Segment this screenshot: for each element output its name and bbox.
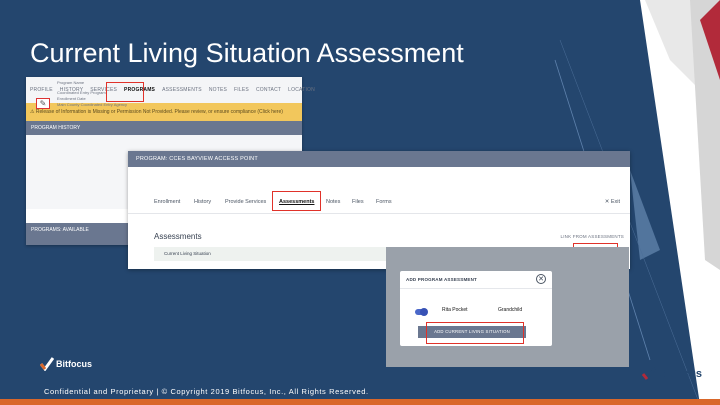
nav-files[interactable]: FILES [234,87,249,93]
tab-files[interactable]: Files [352,199,364,205]
nav-assessments[interactable]: ASSESSMENTS [162,87,202,93]
logo-text: Bitfocus [658,368,702,380]
copyright-footer: Confidential and Proprietary | © Copyrig… [44,387,369,396]
warning-text: Release of Information is Missing or Per… [35,109,283,115]
logo-text: Bitfocus [56,359,92,369]
assessments-title: Assessments [154,232,202,241]
program-org: Main County Coordinated Entry Agency [57,102,128,107]
edit-program-icon[interactable]: ✎ [36,98,50,109]
checkmark-logo-icon [39,357,55,372]
highlight-programs-tab [106,82,144,102]
program-tabs: Enrollment History Provide Services Asse… [128,191,630,214]
bitfocus-logo-corner: Bitfocus [641,367,702,382]
exit-button[interactable]: ✕ Exit [605,199,620,205]
close-icon[interactable]: ✕ [536,274,546,284]
modal-title: ADD PROGRAM ASSESSMENT [400,271,552,289]
nav-contact[interactable]: CONTACT [256,87,281,93]
client-toggle[interactable] [415,308,428,316]
link-from-assessments[interactable]: LINK FROM ASSESSMENTS [561,234,624,239]
tab-enrollment[interactable]: Enrollment [154,199,180,205]
program-header: PROGRAM: CCES BAYVIEW ACCESS POINT [128,151,630,167]
nav-profile[interactable]: PROFILE [30,87,53,93]
nav-location[interactable]: LOCATION [288,87,315,93]
bitfocus-logo-white: Bitfocus [39,357,92,372]
client-name: Rita Pocket [442,307,468,313]
slide-title: Current Living Situation Assessment [30,38,464,68]
tab-forms[interactable]: Forms [376,199,392,205]
program-history-header: PROGRAM HISTORY [26,121,302,135]
highlight-assessments-tab [272,191,321,211]
checkmark-logo-icon [641,367,657,382]
modal-screenshot: ADD PROGRAM ASSESSMENT ✕ Rita Pocket Gra… [386,247,629,367]
highlight-add-button [426,322,524,344]
nav-notes[interactable]: NOTES [209,87,227,93]
bottom-accent-bar [0,399,720,405]
tab-provide-services[interactable]: Provide Services [225,199,266,205]
tab-notes[interactable]: Notes [326,199,340,205]
tab-history[interactable]: History [194,199,211,205]
deco-blue-triangle [630,170,660,260]
client-relationship: Grandchild [498,307,523,313]
